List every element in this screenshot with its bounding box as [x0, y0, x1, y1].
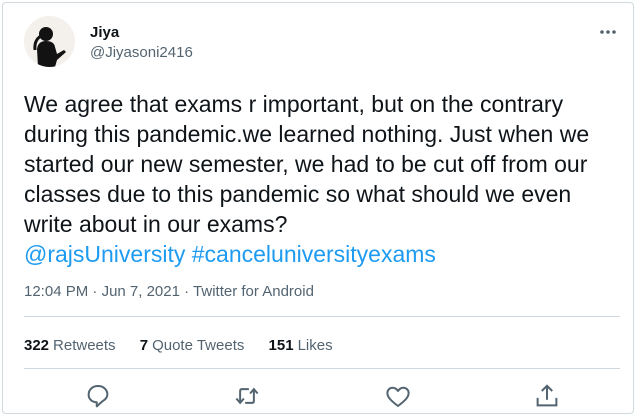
tweet-stats: 322 Retweets 7 Quote Tweets 151 Likes [24, 337, 353, 354]
tweet-text: We agree that exams r important, but on … [24, 89, 620, 269]
retweets-count: 322 [24, 337, 50, 354]
more-horizontal-icon [600, 30, 616, 34]
avatar-silhouette-icon [24, 16, 75, 67]
user-handle[interactable]: @Jiyasoni2416 [90, 44, 193, 61]
hashtag-link[interactable]: #canceluniversityexams [192, 241, 436, 267]
meta-separator: · [88, 283, 102, 300]
share-icon [536, 384, 558, 407]
tweet-time[interactable]: 12:04 PM [24, 283, 88, 300]
quote-tweets-count: 7 [139, 337, 149, 354]
quote-tweets-label: Quote Tweets [152, 337, 245, 354]
tweet-card: Jiya @Jiyasoni2416 We agree that exams r… [2, 2, 634, 414]
mention-link[interactable]: @rajsUniversity [24, 241, 185, 267]
share-button[interactable] [532, 381, 562, 411]
retweet-icon [235, 387, 259, 405]
like-button[interactable] [383, 381, 413, 411]
divider-top [24, 316, 620, 317]
retweets-label: Retweets [53, 337, 116, 354]
more-options-button[interactable] [596, 25, 620, 39]
action-bar [3, 381, 635, 411]
retweet-button[interactable] [232, 381, 262, 411]
display-name[interactable]: Jiya [90, 24, 119, 41]
reply-icon [87, 385, 109, 408]
avatar[interactable] [24, 16, 75, 67]
like-icon [386, 386, 410, 407]
likes-label: Likes [297, 337, 333, 354]
tweet-meta: 12:04 PM · Jun 7, 2021 · Twitter for And… [24, 283, 314, 300]
meta-separator-2: · [179, 283, 194, 300]
retweets-stat[interactable]: 322 Retweets [24, 337, 116, 354]
likes-stat[interactable]: 151 Likes [269, 337, 333, 354]
tweet-date[interactable]: Jun 7, 2021 [102, 283, 180, 300]
quote-tweets-stat[interactable]: 7 Quote Tweets [140, 337, 245, 354]
tweet-source[interactable]: Twitter for Android [193, 283, 314, 300]
reply-button[interactable] [83, 381, 113, 411]
divider-bottom [24, 368, 620, 369]
likes-count: 151 [268, 337, 294, 354]
tweet-body: We agree that exams r important, but on … [24, 91, 590, 237]
